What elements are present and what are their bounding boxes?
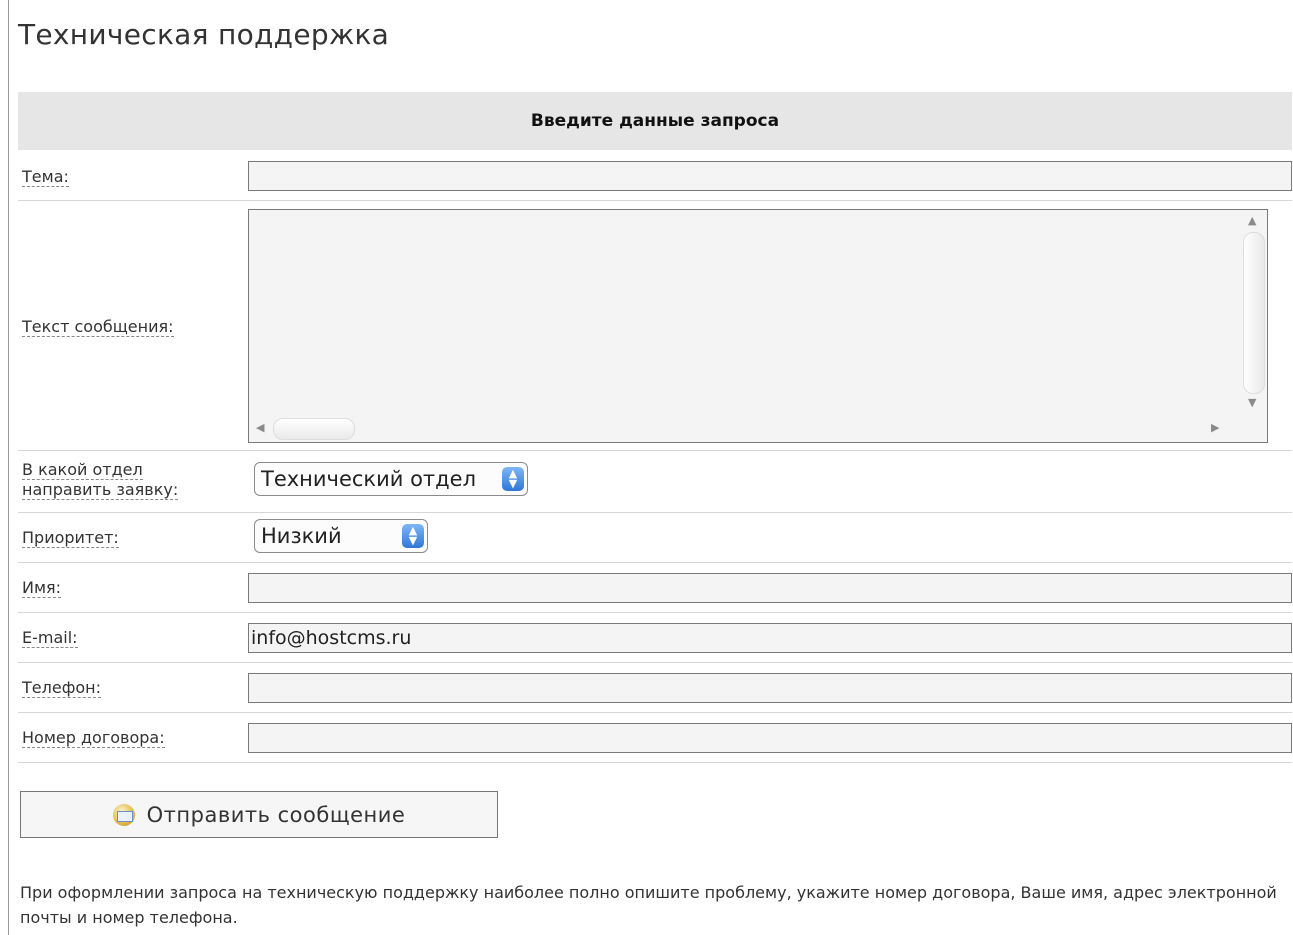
name-input[interactable] xyxy=(248,573,1292,603)
phone-label: Телефон: xyxy=(22,678,102,698)
textarea-vertical-scrollbar[interactable]: ▲ ▼ xyxy=(1241,212,1265,412)
scroll-left-icon[interactable]: ◀ xyxy=(256,421,264,434)
horizontal-scroll-thumb[interactable] xyxy=(273,418,355,440)
help-note: При оформлении запроса на техническую по… xyxy=(20,883,1277,927)
name-row: Имя: xyxy=(18,563,1292,613)
email-label: E-mail: xyxy=(22,628,78,648)
scroll-down-icon[interactable]: ▼ xyxy=(1248,396,1256,409)
message-label: Текст сообщения: xyxy=(22,317,174,337)
priority-row: Приоритет: Низкий ▲ ▼ xyxy=(18,513,1292,563)
priority-label: Приоритет: xyxy=(22,528,119,548)
contract-label: Номер договора: xyxy=(22,728,165,748)
scroll-up-icon[interactable]: ▲ xyxy=(1248,214,1256,227)
email-input[interactable]: info@hostcms.ru xyxy=(248,623,1292,653)
message-textarea[interactable]: ▲ ▼ ◀ ▶ xyxy=(248,209,1268,443)
message-row: Текст сообщения: ▲ ▼ ◀ ▶ xyxy=(18,201,1292,451)
contract-input[interactable] xyxy=(248,723,1292,753)
priority-select[interactable]: Низкий ▲ ▼ xyxy=(254,519,428,553)
page-title: Техническая поддержка xyxy=(18,18,390,51)
subject-label: Тема: xyxy=(22,167,69,187)
phone-row: Телефон: xyxy=(18,663,1292,713)
textarea-horizontal-scrollbar[interactable]: ◀ ▶ xyxy=(251,416,1241,440)
envelope-icon xyxy=(112,803,135,826)
name-label: Имя: xyxy=(22,578,62,598)
contract-row: Номер договора: xyxy=(18,713,1292,763)
updown-stepper-icon: ▲ ▼ xyxy=(402,524,424,548)
email-row: E-mail: info@hostcms.ru xyxy=(18,613,1292,663)
form-header: Введите данные запроса xyxy=(18,92,1292,150)
subject-input[interactable] xyxy=(248,161,1292,191)
subject-row: Тема: xyxy=(18,152,1292,201)
phone-input[interactable] xyxy=(248,673,1292,703)
priority-selected-value: Низкий xyxy=(261,524,342,548)
department-select[interactable]: Технический отдел ▲ ▼ xyxy=(254,462,528,496)
updown-stepper-icon: ▲ ▼ xyxy=(502,467,524,491)
submit-button[interactable]: Отправить сообщение xyxy=(20,791,498,838)
department-selected-value: Технический отдел xyxy=(261,467,477,491)
department-row: В какой отдел направить заявку: Техничес… xyxy=(18,451,1292,513)
vertical-scroll-thumb[interactable] xyxy=(1243,232,1265,394)
department-label: В какой отдел направить заявку: xyxy=(22,460,179,500)
submit-button-label: Отправить сообщение xyxy=(146,802,406,827)
scroll-right-icon[interactable]: ▶ xyxy=(1211,421,1219,434)
